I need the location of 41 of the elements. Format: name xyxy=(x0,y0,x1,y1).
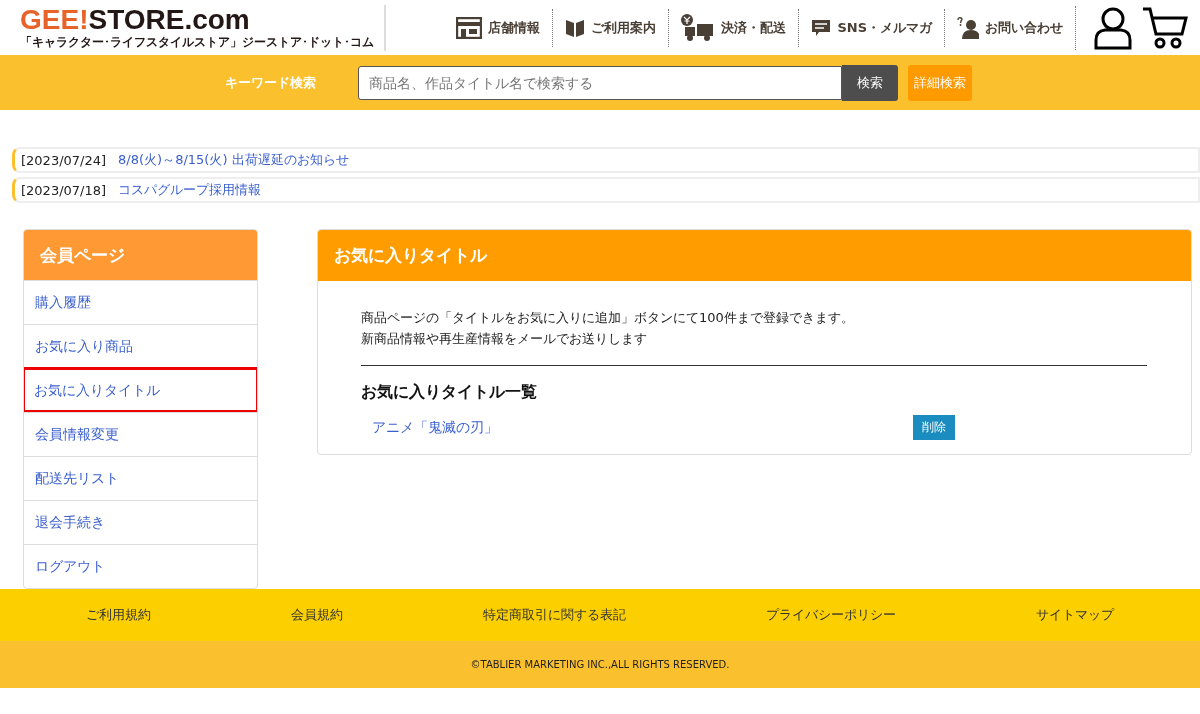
logo-tagline: 「キャラクター･ライフスタイルストア」ジーストア･ドット･コム xyxy=(20,35,374,50)
nav-link[interactable]: 決済・配送 xyxy=(668,8,799,47)
sidebar-title: 会員ページ xyxy=(24,230,257,280)
news-date: [2023/07/24] xyxy=(21,152,107,168)
storefront-icon xyxy=(456,16,483,39)
delete-button[interactable]: 削除 xyxy=(913,415,955,440)
book-icon xyxy=(565,17,586,38)
nav-link[interactable]: SNS・メルマガ xyxy=(798,8,944,47)
keyword-search-label: キーワード検索 xyxy=(225,73,317,92)
search-button[interactable]: 検索 xyxy=(842,64,898,101)
footer-link[interactable]: ご利用規約 xyxy=(86,606,151,624)
yen-truck-icon xyxy=(681,13,716,42)
person-question-icon xyxy=(957,16,979,39)
sidebar-item[interactable]: お気に入り商品 xyxy=(24,324,257,368)
sidebar-item[interactable]: ログアウト xyxy=(24,544,257,588)
chat-icon xyxy=(811,18,832,37)
news-date: [2023/07/18] xyxy=(21,182,107,198)
nav-link[interactable]: ご利用案内 xyxy=(552,8,669,47)
nav-link[interactable]: お問い合わせ xyxy=(944,8,1075,47)
news-link[interactable]: 8/8(火)～8/15(火) 出荷遅延のお知らせ xyxy=(118,151,349,169)
store-logo[interactable]: GEE!STORE.com xyxy=(20,5,374,35)
copyright-text: ©TABLIER MARKETING INC.,ALL RIGHTS RESERVED. xyxy=(470,659,730,670)
user-icon[interactable] xyxy=(1094,5,1132,50)
description-text: 商品ページの「タイトルをお気に入りに追加」ボタンにて100件まで登録できます。 xyxy=(361,309,855,327)
news-link[interactable]: コスパグループ採用情報 xyxy=(118,181,262,199)
sidebar-item[interactable]: 退会手続き xyxy=(24,500,257,544)
cart-icon[interactable] xyxy=(1142,5,1188,50)
sidebar-item[interactable]: お気に入りタイトル xyxy=(24,368,257,412)
footer-link[interactable]: サイトマップ xyxy=(1036,606,1114,624)
sidebar-item[interactable]: 購入履歴 xyxy=(24,280,257,324)
nav-link[interactable]: 店舗情報 xyxy=(444,8,553,47)
favorite-title-link[interactable]: アニメ「鬼滅の刃」 xyxy=(372,418,913,437)
footer-link[interactable]: プライバシーポリシー xyxy=(766,606,896,624)
search-field[interactable]: 商品名、作品タイトル名で検索する xyxy=(358,65,842,100)
list-title: お気に入りタイトル一覧 xyxy=(361,382,538,403)
panel-title: お気に入りタイトル xyxy=(318,230,1191,281)
footer-link[interactable]: 特定商取引に関する表記 xyxy=(483,606,626,624)
description-text: 新商品情報や再生産情報をメールでお送りします xyxy=(361,330,648,348)
sidebar-item[interactable]: 配送先リスト xyxy=(24,456,257,500)
footer-link[interactable]: 会員規約 xyxy=(291,606,343,624)
sidebar-item[interactable]: 会員情報変更 xyxy=(24,412,257,456)
